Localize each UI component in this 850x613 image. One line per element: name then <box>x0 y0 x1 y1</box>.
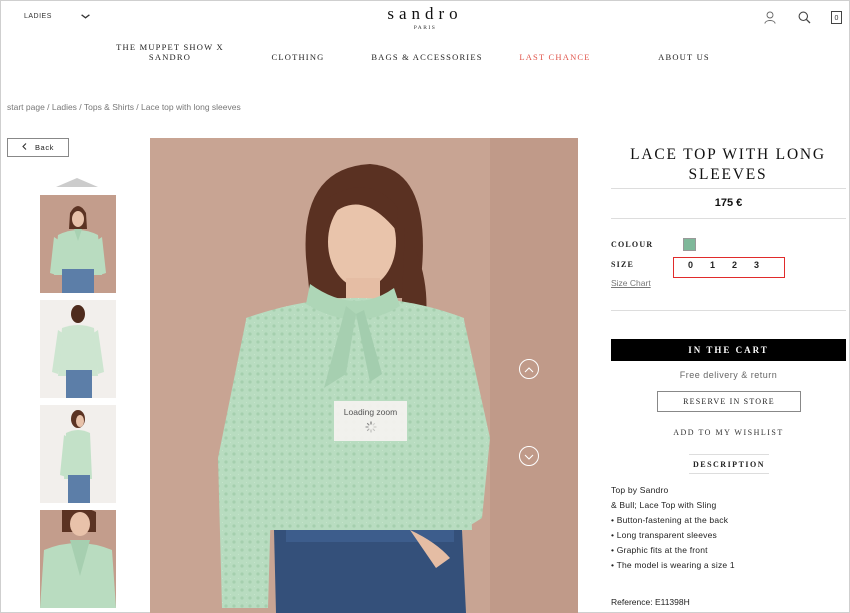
reserve-in-store-button[interactable]: RESERVE IN STORE <box>657 391 801 412</box>
nav-label: SANDRO <box>148 52 192 62</box>
add-to-cart-button[interactable]: IN THE CART <box>611 339 846 361</box>
chevron-up-icon <box>524 360 534 378</box>
nav-label: LAST CHANCE <box>519 52 591 62</box>
user-icon[interactable] <box>763 10 777 24</box>
size-selector: 0 1 2 3 <box>673 257 785 278</box>
nav-item-about-us[interactable]: ABOUT US <box>646 52 722 62</box>
gallery-prev-button[interactable] <box>519 359 539 379</box>
product-main-image[interactable] <box>150 138 578 613</box>
description-line: • The model is wearing a size 1 <box>611 560 735 570</box>
nav-label: CLOTHING <box>271 52 325 62</box>
free-delivery-text: Free delivery & return <box>679 370 778 380</box>
product-price: 175 € <box>714 197 743 209</box>
size-option[interactable]: 3 <box>754 260 759 270</box>
loading-label: Loading zoom <box>343 407 398 417</box>
search-icon[interactable] <box>797 10 811 24</box>
thumbnails-up-arrow[interactable] <box>56 178 98 187</box>
description-line: • Graphic fits at the front <box>611 545 708 555</box>
thumbnail-side[interactable] <box>40 405 116 503</box>
description-line: • Long transparent sleeves <box>611 530 717 540</box>
chevron-left-icon <box>22 143 27 152</box>
spinner-icon <box>334 421 407 435</box>
colour-label: COLOUR <box>611 240 654 249</box>
nav-item-muppet-show[interactable]: THE MUPPET SHOW X SANDRO <box>108 42 232 62</box>
header-actions: 0 <box>763 10 842 24</box>
description-line: & Bull; Lace Top with Sling <box>611 500 717 510</box>
nav-label: BAGS & ACCESSORIES <box>371 52 483 62</box>
brand-subtitle: PARIS <box>413 25 437 31</box>
brand-logo[interactable]: sandro PARIS <box>0 4 850 31</box>
thumbnail-back[interactable] <box>40 300 116 398</box>
nav-item-last-chance[interactable]: LAST CHANCE <box>512 52 598 62</box>
brand-name: sandro <box>387 4 463 23</box>
size-option[interactable]: 1 <box>710 260 715 270</box>
size-option[interactable]: 0 <box>688 260 693 270</box>
cart-icon[interactable]: 0 <box>831 10 842 24</box>
divider <box>611 310 846 311</box>
nav-label: THE MUPPET SHOW X <box>116 42 224 52</box>
description-line: • Button-fastening at the back <box>611 515 729 525</box>
loading-zoom-overlay: Loading zoom <box>334 401 407 441</box>
breadcrumb[interactable]: start page / Ladies / Tops & Shirts / La… <box>7 102 241 112</box>
description-tab[interactable]: DESCRIPTION <box>689 454 769 474</box>
thumbnail-front[interactable] <box>40 195 116 293</box>
divider <box>611 218 846 219</box>
back-label: Back <box>34 143 55 152</box>
divider <box>611 188 846 189</box>
thumbnail-detail[interactable] <box>40 510 116 608</box>
product-description: Top by Sandro & Bull; Lace Top with Slin… <box>611 483 735 573</box>
colour-swatch[interactable] <box>683 238 696 251</box>
chevron-down-icon <box>524 447 534 465</box>
size-chart-link[interactable]: Size Chart <box>611 278 651 288</box>
nav-item-clothing[interactable]: CLOTHING <box>262 52 334 62</box>
nav-label: ABOUT US <box>658 52 710 62</box>
nav-item-bags-accessories[interactable]: BAGS & ACCESSORIES <box>370 52 484 62</box>
size-label: SIZE <box>611 260 635 269</box>
description-line: Top by Sandro <box>611 485 669 495</box>
size-option[interactable]: 2 <box>732 260 737 270</box>
gallery-next-button[interactable] <box>519 446 539 466</box>
add-to-wishlist-link[interactable]: ADD TO MY WISHLIST <box>611 428 846 437</box>
main-navigation: THE MUPPET SHOW X SANDRO CLOTHING BAGS &… <box>0 42 850 68</box>
product-title: LACE TOP WITH LONG SLEEVES <box>630 146 826 183</box>
cart-count: 0 <box>834 14 839 22</box>
product-reference: Reference: E11398H <box>611 597 690 607</box>
back-button[interactable]: Back <box>7 138 69 157</box>
